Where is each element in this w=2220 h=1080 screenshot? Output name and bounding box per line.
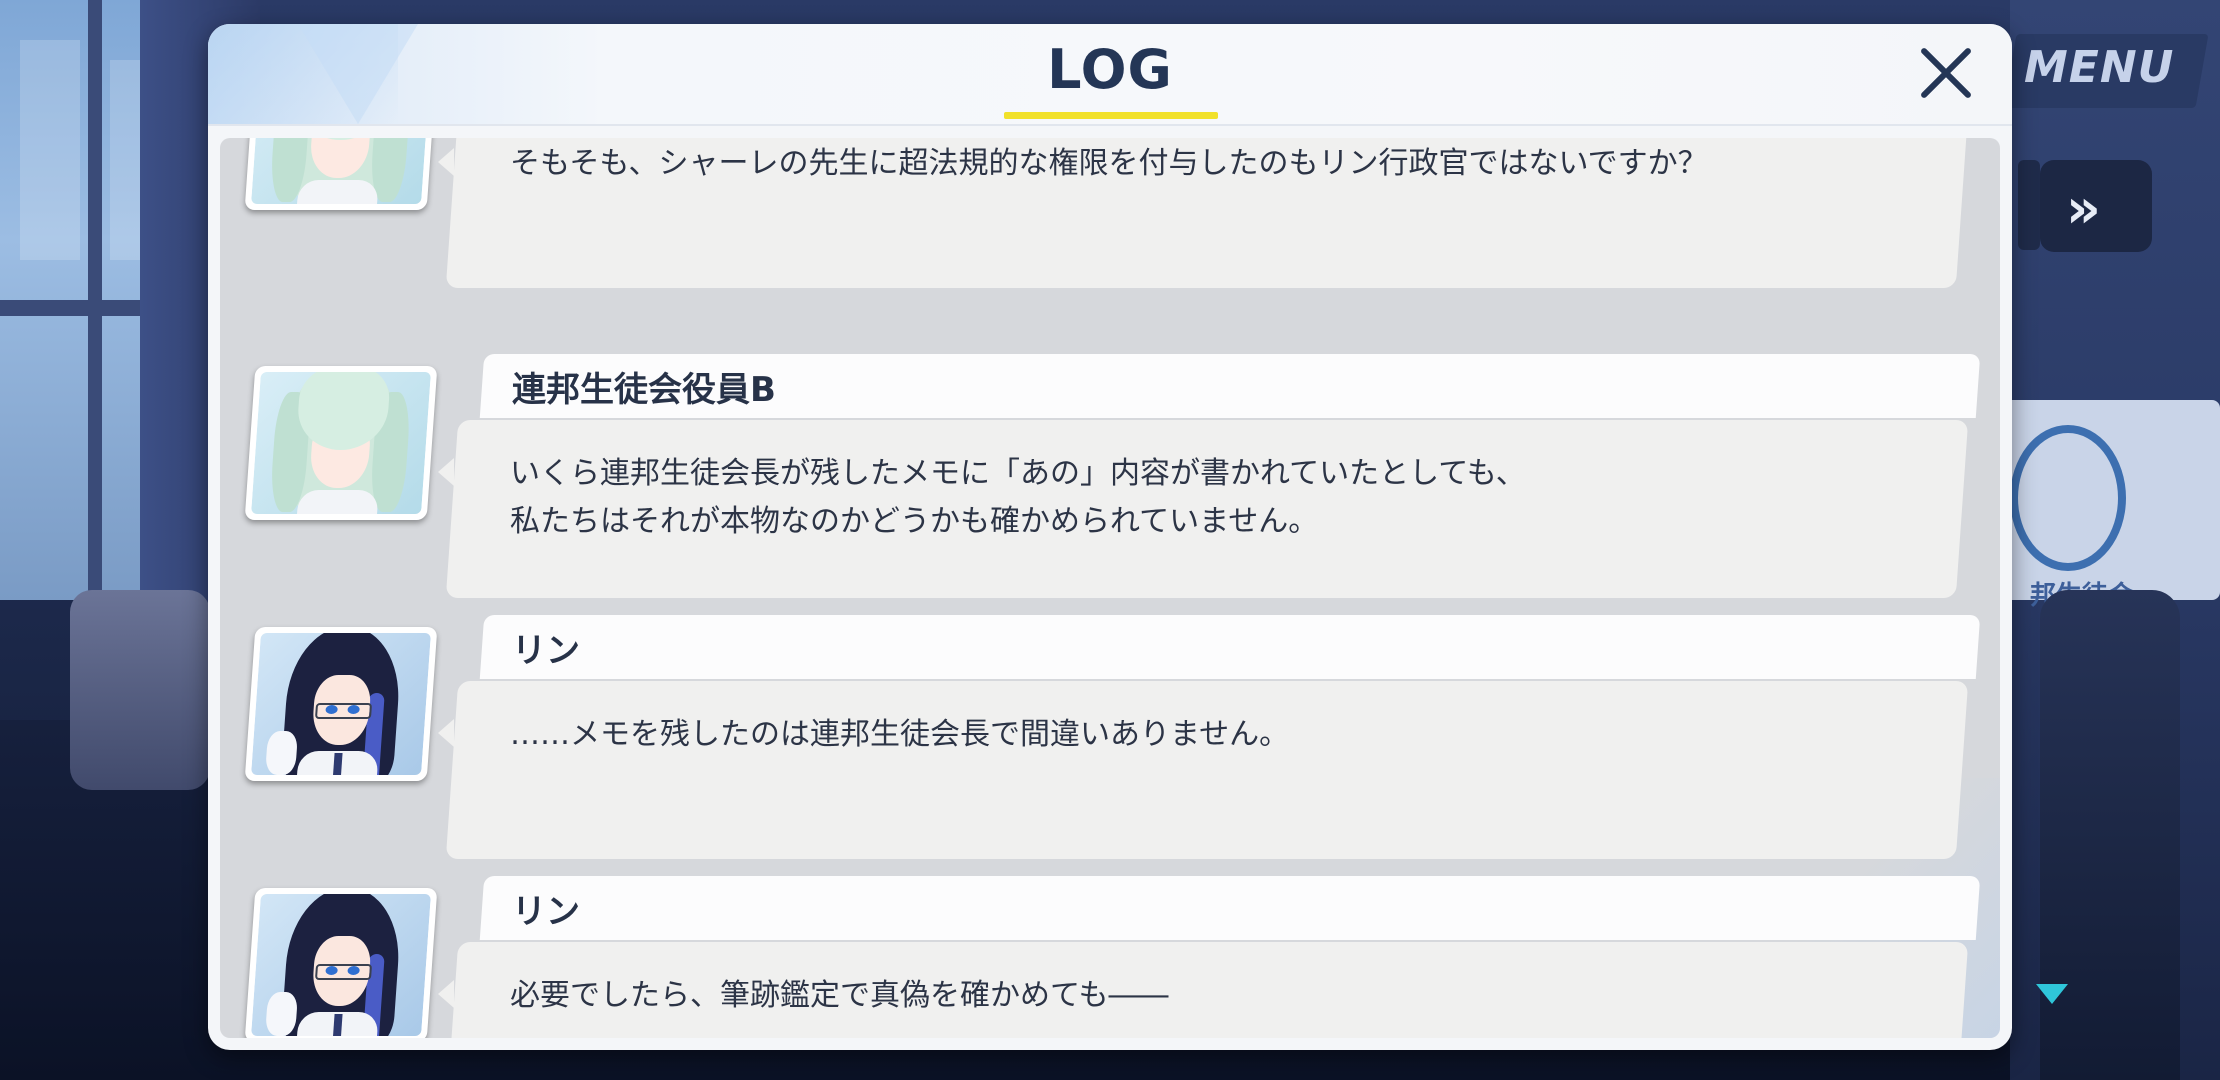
log-entry: そもそも、シャーレの先生に超法規的な権限を付与したのもリン行政官ではないですか？ [220, 138, 2000, 294]
message-text: いくら連邦生徒会長が残したメモに「あの」内容が書かれていたとしても、 私たちはそ… [510, 456, 1526, 539]
speaker-name: リン [512, 892, 580, 932]
skip-button[interactable]: » [2040, 160, 2152, 252]
emblem-tower-icon [2010, 425, 2126, 571]
log-list[interactable]: そもそも、シャーレの先生に超法規的な権限を付与したのもリン行政官ではないですか？ [220, 138, 2000, 1038]
background-dark-chair [2040, 590, 2180, 1080]
message-text: 必要でしたら、筆跡鑑定で真偽を確かめても―― [510, 978, 1169, 1013]
message-text: そもそも、シャーレの先生に超法規的な権限を付与したのもリン行政官ではないですか？ [510, 146, 1708, 181]
mint-hair-student-avatar [244, 366, 438, 520]
menu-label[interactable]: MENU [2024, 42, 2174, 93]
speaker-namebar [479, 876, 1981, 940]
log-panel: LOG そもそも、シャーレの先生に超法規的な権限を付与したのもリン行政官ではない… [208, 24, 2012, 1050]
log-header: LOG [208, 24, 2012, 126]
background-chair [70, 590, 210, 790]
rin-avatar [244, 888, 438, 1038]
close-icon[interactable] [1908, 36, 1984, 112]
mint-hair-student-avatar [244, 138, 438, 210]
game-screen: 邦生徒会 MENU » LOG [0, 0, 2220, 1080]
speaker-namebar [479, 615, 1981, 679]
rin-avatar [244, 627, 438, 781]
speaker-name: 連邦生徒会役員B [512, 370, 776, 410]
message-bubble [445, 681, 1969, 859]
message-text: ……メモを残したのは連邦生徒会長で間違いありません。 [510, 717, 1290, 752]
log-title: LOG [1047, 38, 1173, 101]
log-entry: リン 必要でしたら、筆跡鑑定で真偽を確かめても―― [220, 876, 2000, 1038]
scroll-down-icon[interactable] [2036, 984, 2068, 1004]
title-underline [1004, 112, 1218, 119]
log-entry: 連邦生徒会役員B いくら連邦生徒会長が残したメモに「あの」内容が書かれていたとし… [220, 354, 2000, 604]
speaker-name: リン [512, 631, 580, 671]
auto-button[interactable] [2018, 160, 2040, 250]
log-entry: リン ……メモを残したのは連邦生徒会長で間違いありません。 [220, 615, 2000, 865]
fast-forward-icon: » [2066, 177, 2101, 240]
